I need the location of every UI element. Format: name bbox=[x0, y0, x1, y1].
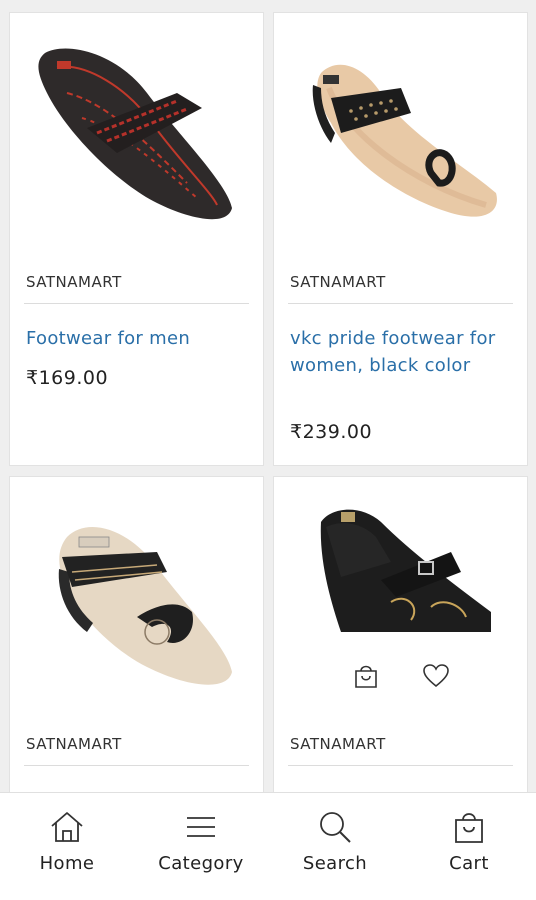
product-image[interactable] bbox=[274, 477, 527, 647]
nav-cart-label: Cart bbox=[449, 853, 489, 874]
product-brand: SATNAMART bbox=[26, 735, 122, 753]
shopping-bag-icon bbox=[449, 809, 489, 845]
divider bbox=[288, 765, 513, 766]
menu-icon bbox=[181, 809, 221, 845]
heart-icon[interactable] bbox=[421, 661, 451, 691]
product-title-link[interactable]: vkc pride footwear for women, black colo… bbox=[290, 325, 511, 379]
nav-category[interactable]: Category bbox=[134, 793, 268, 900]
product-image[interactable] bbox=[10, 13, 263, 253]
divider bbox=[288, 303, 513, 304]
product-brand: SATNAMART bbox=[290, 735, 386, 753]
product-card[interactable]: SATNAMART Footwear for men ₹169.00 bbox=[9, 12, 264, 466]
nav-search-label: Search bbox=[302, 853, 368, 874]
product-card[interactable]: SATNAMART bbox=[273, 476, 528, 792]
product-brand: SATNAMART bbox=[290, 273, 386, 291]
card-actions bbox=[274, 661, 527, 691]
nav-home-label: Home bbox=[39, 853, 95, 874]
bottom-navigation: Home Category Search Cart bbox=[0, 792, 536, 900]
nav-search[interactable]: Search bbox=[268, 793, 402, 900]
nav-cart[interactable]: Cart bbox=[402, 793, 536, 900]
home-icon bbox=[47, 809, 87, 845]
product-grid: SATNAMART Footwear for men ₹169.00 SATNA… bbox=[0, 0, 536, 792]
product-image[interactable] bbox=[10, 477, 263, 717]
shopping-bag-icon[interactable] bbox=[351, 661, 381, 691]
product-price: ₹169.00 bbox=[26, 367, 109, 389]
product-price: ₹239.00 bbox=[290, 421, 373, 443]
product-title-link[interactable]: Footwear for men bbox=[26, 325, 247, 352]
app-screen: SATNAMART Footwear for men ₹169.00 SATNA… bbox=[0, 0, 536, 900]
divider bbox=[24, 765, 249, 766]
divider bbox=[24, 303, 249, 304]
search-icon bbox=[315, 809, 355, 845]
product-brand: SATNAMART bbox=[26, 273, 122, 291]
product-image[interactable] bbox=[274, 13, 527, 253]
nav-category-label: Category bbox=[158, 853, 244, 874]
product-card[interactable]: SATNAMART bbox=[9, 476, 264, 792]
product-card[interactable]: SATNAMART vkc pride footwear for women, … bbox=[273, 12, 528, 466]
nav-home[interactable]: Home bbox=[0, 793, 134, 900]
